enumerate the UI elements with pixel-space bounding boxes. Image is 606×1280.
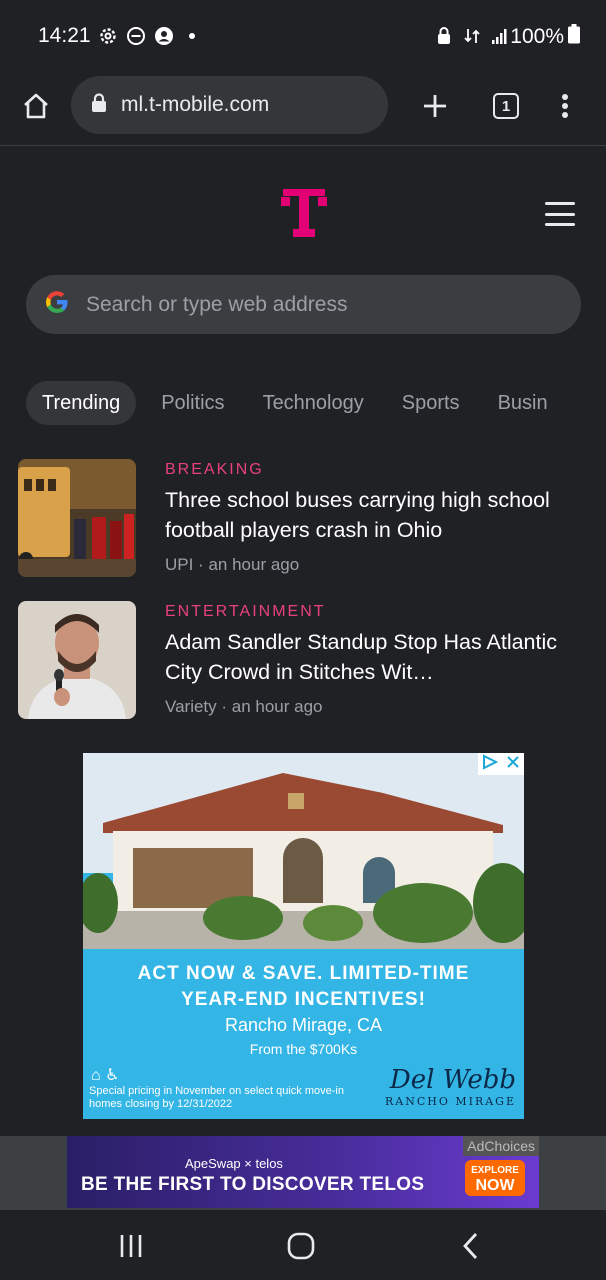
recents-button[interactable] (111, 1226, 151, 1266)
page-content: Search or type web address Trending Poli… (0, 147, 606, 1210)
ad-brand-sub: RANCHO MIRAGE (384, 1095, 516, 1108)
menu-line (545, 212, 575, 216)
status-icons-right (434, 26, 510, 46)
more-menu-button[interactable] (547, 88, 583, 124)
banner-cta: BE THE FIRST TO DISCOVER TELOS (81, 1174, 425, 1195)
ad-headline-line2: YEAR-END INCENTIVES! (181, 989, 426, 1010)
menu-line (545, 202, 575, 205)
lock-icon (91, 92, 107, 118)
home-nav-button[interactable] (281, 1226, 321, 1266)
back-chevron-icon (463, 1233, 478, 1259)
equal-housing-icon: ⌂ ♿ (91, 1067, 120, 1084)
hamburger-menu-button[interactable] (545, 202, 575, 226)
search-placeholder: Search or type web address (86, 292, 348, 316)
article-headline[interactable]: Three school buses carrying high school … (165, 485, 575, 545)
article-thumbnail[interactable] (18, 601, 136, 719)
explore-bottom: NOW (475, 1177, 515, 1194)
plus-icon (424, 95, 446, 117)
banner-adchoices[interactable]: AdChoices (463, 1136, 539, 1156)
tab-technology[interactable]: Technology (244, 381, 383, 425)
url-text: ml.t-mobile.com (121, 93, 270, 116)
battery-status: 100% (510, 24, 580, 50)
home-icon (24, 93, 48, 119)
settings-icon (98, 26, 118, 46)
article-meta: UPI · an hour ago (165, 555, 300, 574)
tab-trending[interactable]: Trending (26, 381, 137, 425)
browser-toolbar: ml.t-mobile.com 1 (0, 74, 606, 146)
home-circle-icon (287, 1232, 315, 1260)
dot-icon (182, 26, 202, 46)
article-meta: Variety · an hour ago (165, 697, 323, 716)
battery-percent: 100% (510, 25, 564, 48)
display-ad[interactable]: ACT NOW & SAVE. LIMITED-TIME YEAR-END IN… (83, 753, 524, 1119)
t-mobile-logo[interactable] (281, 187, 327, 239)
ad-fine-print: Special pricing in November on select qu… (89, 1085, 344, 1110)
address-bar[interactable]: ml.t-mobile.com (71, 76, 388, 134)
close-ad-icon[interactable] (506, 755, 520, 774)
recents-icon (120, 1235, 142, 1257)
account-icon (154, 26, 174, 46)
news-article[interactable]: BREAKING Three school buses carrying hig… (18, 459, 588, 577)
data-icon (462, 26, 482, 46)
lock-icon (434, 26, 454, 46)
ad-location: Rancho Mirage, CA (224, 1015, 383, 1035)
adchoices-icon[interactable] (482, 753, 499, 775)
category-tabs: Trending Politics Technology Sports Busi… (26, 381, 567, 425)
status-time: 14:21 (38, 24, 91, 47)
banner-ad[interactable]: AdChoices ApeSwap × telos BE THE FIRST T… (67, 1136, 539, 1208)
explore-now-button[interactable]: EXPLORE NOW (465, 1160, 525, 1196)
home-button[interactable] (18, 88, 54, 124)
ad-brand-logo: Del Webb RANCHO MIRAGE (385, 1065, 516, 1108)
menu-line (545, 223, 575, 226)
ad-brand-name: Del Webb (389, 1065, 516, 1095)
tab-politics[interactable]: Politics (142, 381, 243, 425)
ad-headline-line1: ACT NOW & SAVE. LIMITED-TIME (137, 963, 470, 984)
article-category: BREAKING (165, 461, 264, 478)
more-vert-icon (562, 94, 568, 118)
back-button[interactable] (451, 1226, 491, 1266)
article-headline[interactable]: Adam Sandler Standup Stop Has Atlantic C… (165, 627, 575, 687)
tab-switcher-button[interactable]: 1 (488, 88, 524, 124)
adchoices-badge[interactable] (478, 753, 524, 775)
dnd-icon (126, 26, 146, 46)
system-nav-bar (0, 1210, 606, 1280)
banner-brands: ApeSwap × telos (185, 1156, 283, 1171)
tab-count: 1 (493, 93, 519, 119)
status-bar: 14:21 100% (0, 0, 606, 74)
search-bar[interactable]: Search or type web address (26, 275, 581, 334)
ad-headline: ACT NOW & SAVE. LIMITED-TIME YEAR-END IN… (83, 961, 524, 1013)
ad-price: From the $700Ks (249, 1041, 358, 1057)
signal-icon (490, 26, 510, 46)
battery-icon (568, 24, 580, 50)
article-category: ENTERTAINMENT (165, 603, 326, 620)
article-thumbnail[interactable] (18, 459, 136, 577)
explore-top: EXPLORE (471, 1165, 519, 1176)
ad-house-image (83, 753, 524, 949)
news-article[interactable]: ENTERTAINMENT Adam Sandler Standup Stop … (18, 601, 588, 719)
tab-business[interactable]: Busin (479, 381, 567, 425)
status-icons-left (98, 26, 202, 46)
tab-sports[interactable]: Sports (383, 381, 479, 425)
new-tab-button[interactable] (417, 88, 453, 124)
google-g-icon (44, 289, 70, 320)
